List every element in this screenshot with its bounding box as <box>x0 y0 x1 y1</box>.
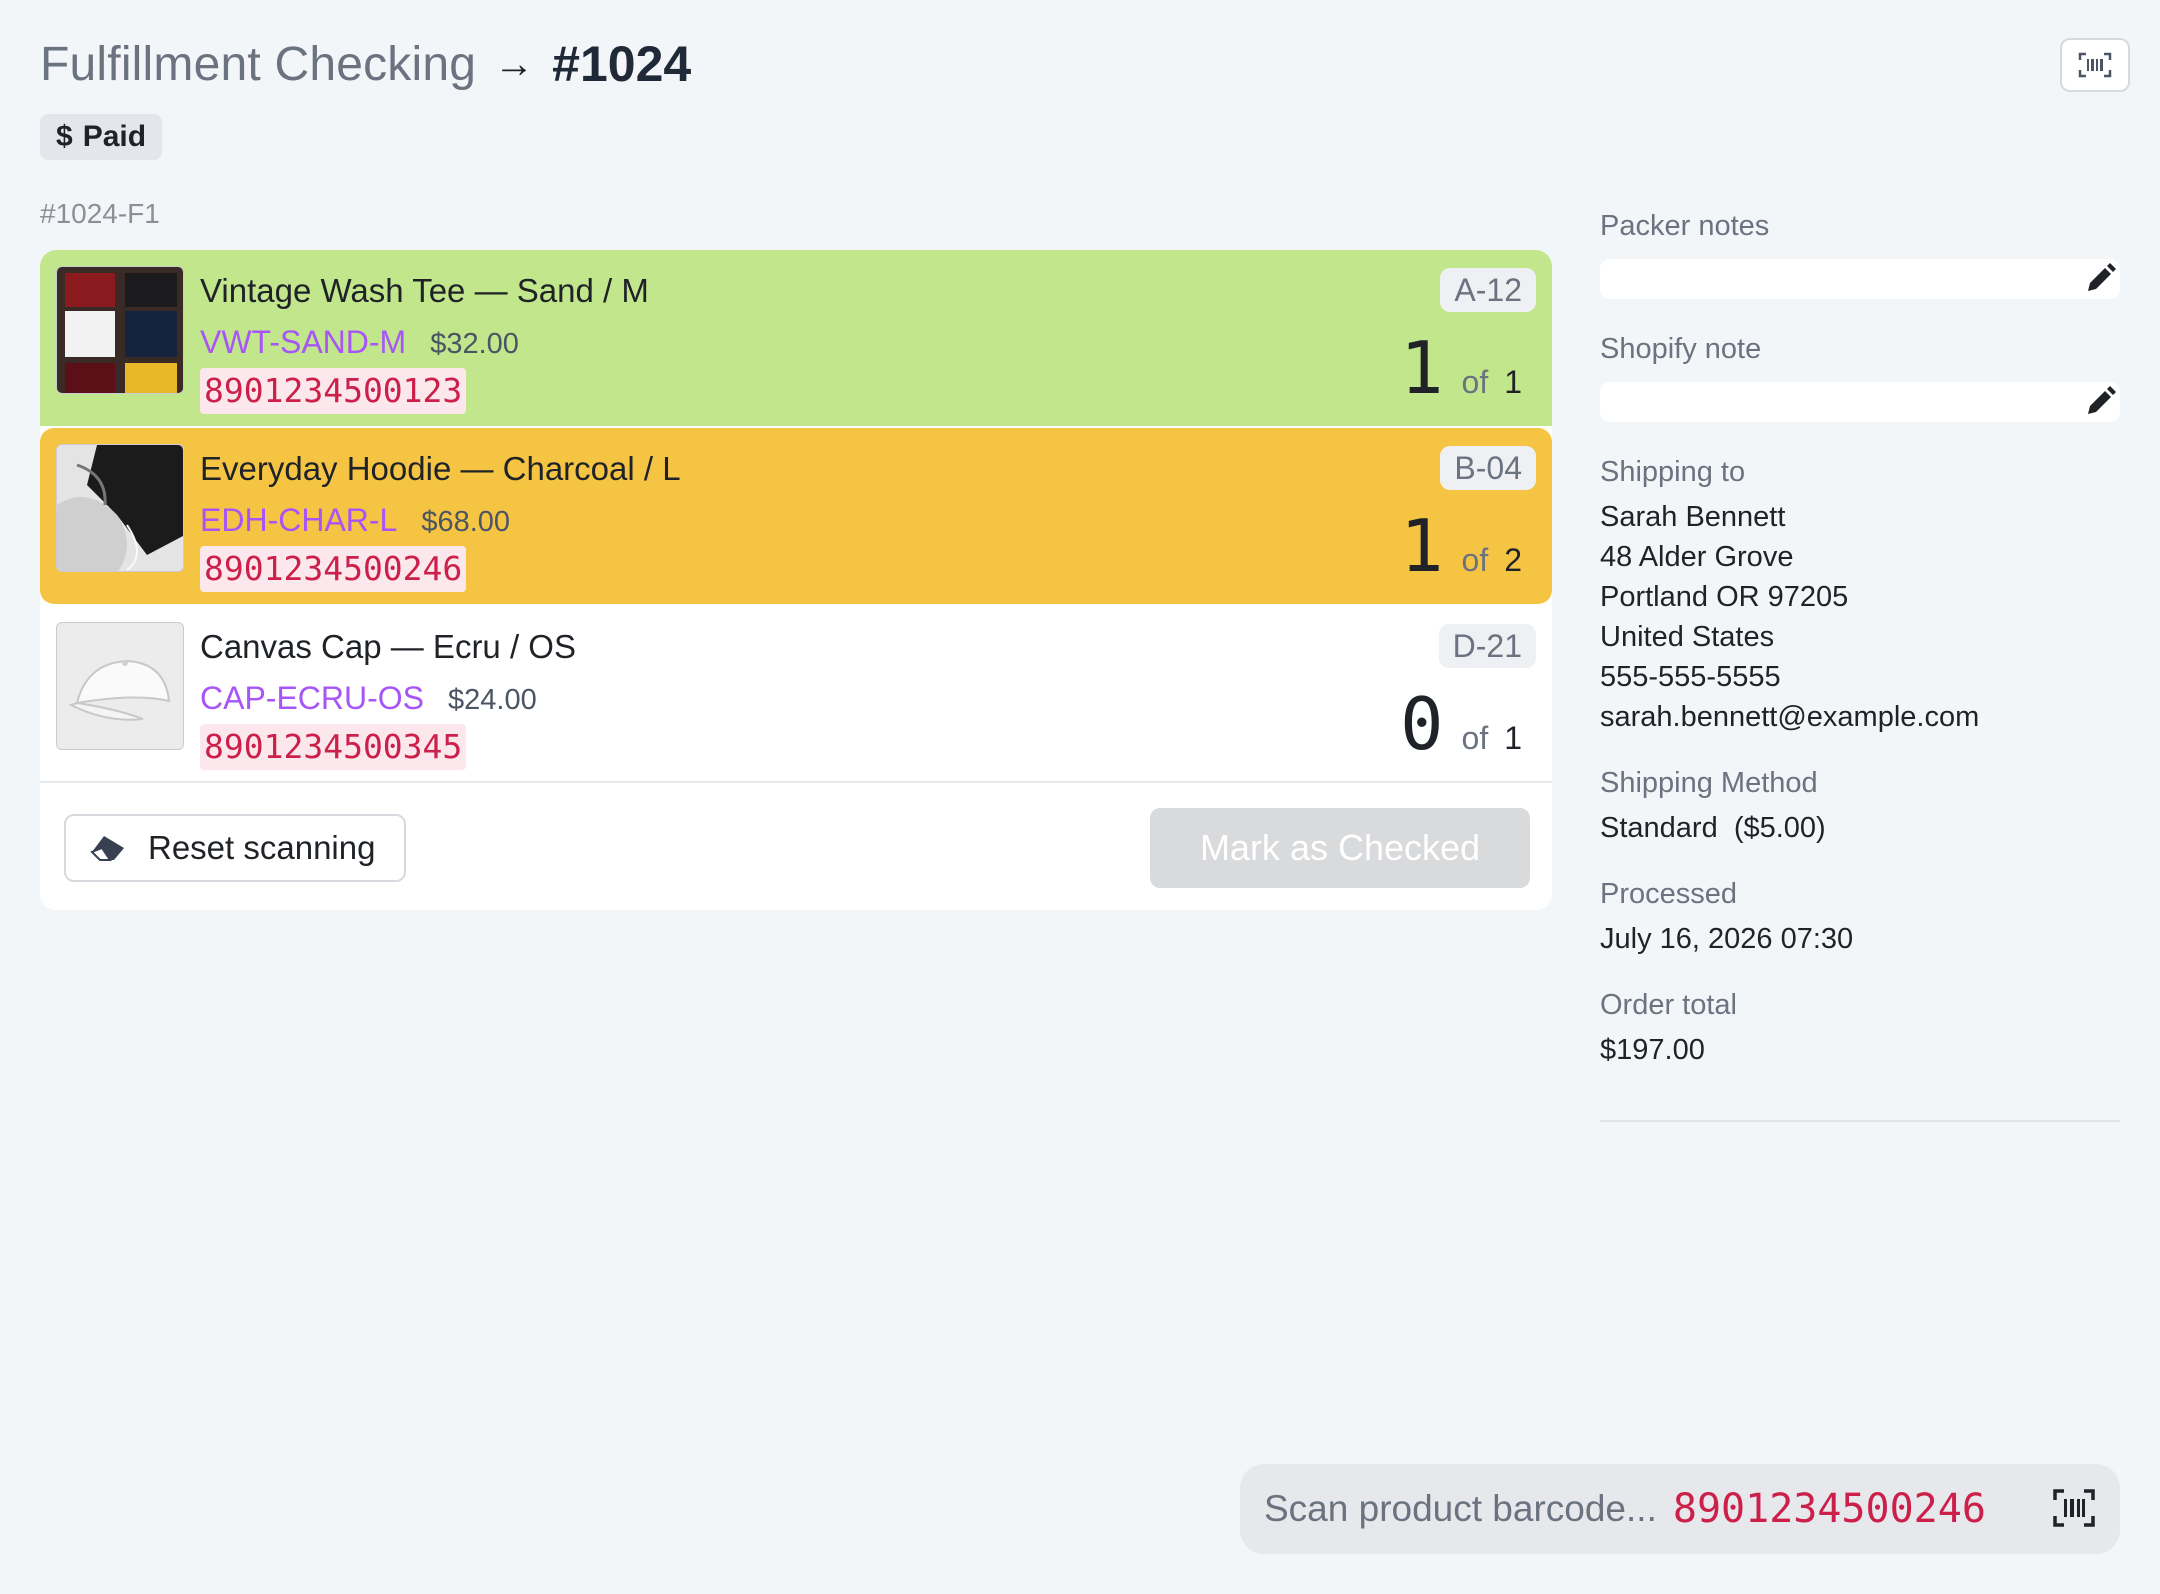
eraser-icon <box>90 834 126 862</box>
page-title: Fulfillment Checking <box>40 37 477 91</box>
product-barcode: 8901234500123 <box>200 368 467 414</box>
barcode-scan-input[interactable]: Scan product barcode... 8901234500246 <box>1240 1464 2120 1554</box>
order-details-sidebar: Packer notes Shopify note Shipping to Sa… <box>1600 210 2120 1122</box>
packer-notes-field[interactable] <box>1600 259 2120 299</box>
order-number: #1024 <box>552 36 692 92</box>
bin-location: B-04 <box>1440 446 1536 490</box>
scanned-count: 1 <box>1400 504 1444 588</box>
shipping-to-label: Shipping to <box>1600 456 1746 488</box>
pencil-icon[interactable] <box>2084 386 2116 423</box>
customer-phone: 555-555-5555 <box>1600 661 1781 693</box>
scanned-count: 1 <box>1400 326 1444 410</box>
product-thumbnail <box>56 266 184 394</box>
line-items-card: Vintage Wash Tee — Sand / M VWT-SAND-M $3… <box>40 250 1552 910</box>
product-sku: CAP-ECRU-OS <box>200 680 425 716</box>
processed-date: July 16, 2026 07:30 <box>1600 923 1854 955</box>
quantity-total: 1 <box>1504 720 1522 756</box>
arrow-right-icon: → <box>494 41 535 86</box>
divider <box>40 781 1552 783</box>
bin-location: D-21 <box>1438 624 1536 668</box>
product-price: $24.00 <box>448 684 537 716</box>
reset-scanning-label: Reset scanning <box>148 829 376 866</box>
product-thumbnail <box>56 444 184 572</box>
line-item-row: Canvas Cap — Ecru / OS CAP-ECRU-OS $24.00… <box>40 606 1552 782</box>
processed-label: Processed <box>1600 878 1738 910</box>
of-label: of <box>1461 364 1489 400</box>
product-sku-line: EDH-CHAR-L $68.00 <box>200 502 510 539</box>
dollar-icon: $ <box>56 120 73 153</box>
shopify-note-label: Shopify note <box>1600 333 1762 365</box>
quantity-total: 2 <box>1504 542 1522 578</box>
customer-name: Sarah Bennett <box>1600 501 1786 533</box>
reset-scanning-button[interactable]: Reset scanning <box>64 814 406 882</box>
payment-status-badge: $ Paid <box>40 114 163 160</box>
address-city: Portland OR 97205 <box>1600 581 1849 613</box>
scan-mode-button[interactable] <box>2060 38 2130 92</box>
product-barcode: 8901234500246 <box>200 546 467 592</box>
of-label: of <box>1461 542 1489 578</box>
scan-progress: 0 of 1 <box>1400 682 1522 766</box>
product-barcode: 8901234500345 <box>200 724 467 770</box>
scan-progress: 1 of 1 <box>1400 326 1522 410</box>
product-sku: EDH-CHAR-L <box>200 502 398 538</box>
product-price: $32.00 <box>430 328 519 360</box>
pencil-icon[interactable] <box>2084 263 2116 300</box>
quantity-total: 1 <box>1504 364 1522 400</box>
product-sku-line: VWT-SAND-M $32.00 <box>200 324 519 361</box>
order-total: $197.00 <box>1600 1034 1705 1066</box>
product-thumbnail <box>56 622 184 750</box>
product-sku-line: CAP-ECRU-OS $24.00 <box>200 680 537 717</box>
product-name: Canvas Cap — Ecru / OS <box>200 628 576 665</box>
product-price: $68.00 <box>421 506 511 538</box>
fulfillment-id: #1024-F1 <box>40 198 160 229</box>
shipping-method: Standard ($5.00) <box>1600 812 1826 844</box>
customer-email: sarah.bennett@example.com <box>1600 701 1980 733</box>
packer-notes-label: Packer notes <box>1600 210 1770 242</box>
product-sku: VWT-SAND-M <box>200 324 407 360</box>
address-country: United States <box>1600 621 1775 653</box>
scan-placeholder: Scan product barcode... <box>1264 1488 1657 1529</box>
address-street: 48 Alder Grove <box>1600 541 1794 573</box>
barcode-scan-icon <box>2078 52 2112 78</box>
product-name: Everyday Hoodie — Charcoal / L <box>200 450 681 487</box>
product-name: Vintage Wash Tee — Sand / M <box>200 272 649 309</box>
shopify-note-field[interactable] <box>1600 382 2120 422</box>
of-label: of <box>1461 720 1489 756</box>
mark-as-checked-button[interactable]: Mark as Checked <box>1150 808 1530 888</box>
scan-progress: 1 of 2 <box>1400 504 1522 588</box>
scanned-count: 0 <box>1400 682 1444 766</box>
scan-value: 8901234500246 <box>1672 1486 1986 1532</box>
payment-status-label: Paid <box>82 120 147 153</box>
line-item-row: Everyday Hoodie — Charcoal / L EDH-CHAR-… <box>40 428 1552 604</box>
barcode-scan-icon[interactable] <box>2052 1488 2096 1533</box>
bin-location: A-12 <box>1440 268 1536 312</box>
page-header: Fulfillment Checking → #1024 <box>40 36 691 92</box>
shipping-address: Sarah Bennett 48 Alder Grove Portland OR… <box>1600 497 2120 737</box>
divider <box>1600 1120 2120 1122</box>
order-total-label: Order total <box>1600 989 1737 1021</box>
shipping-method-label: Shipping Method <box>1600 767 1818 799</box>
line-item-row: Vintage Wash Tee — Sand / M VWT-SAND-M $3… <box>40 250 1552 426</box>
